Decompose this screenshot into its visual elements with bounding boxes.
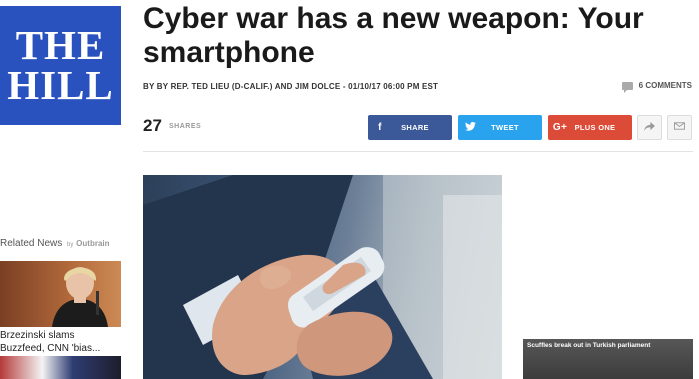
section-divider bbox=[143, 151, 693, 152]
twitter-tweet-label: TWEET bbox=[491, 123, 519, 132]
logo-line-1: THE bbox=[15, 22, 106, 68]
the-hill-logo[interactable]: THE HILL bbox=[0, 6, 121, 125]
email-button[interactable] bbox=[667, 115, 692, 140]
shares-label: SHARES bbox=[169, 123, 202, 130]
share-button[interactable] bbox=[637, 115, 662, 140]
googleplus-label: PLUS ONE bbox=[574, 123, 616, 132]
twitter-tweet-button[interactable]: TWEET bbox=[458, 115, 542, 140]
outbrain-logo[interactable]: Outbrain bbox=[76, 239, 109, 248]
article-headline: Cyber war has a new weapon: Your smartph… bbox=[143, 2, 644, 69]
facebook-share-label: SHARE bbox=[401, 123, 429, 132]
shares-count: 27 bbox=[143, 116, 162, 135]
related-news-title: Related News bbox=[0, 238, 63, 249]
comment-bubble-icon bbox=[621, 81, 633, 93]
related-by: by bbox=[67, 242, 74, 248]
related-news-headline[interactable]: Brzezinski slams Buzzfeed, CNN 'bias... bbox=[0, 329, 121, 355]
article-photo[interactable] bbox=[143, 175, 502, 379]
person-portrait-illustration bbox=[52, 267, 108, 327]
related-news-thumbnail[interactable] bbox=[0, 261, 121, 327]
twitter-icon bbox=[458, 121, 482, 134]
comments-count: 6 COMMENTS bbox=[638, 81, 692, 90]
logo-line-2: HILL bbox=[7, 62, 114, 108]
video-caption[interactable]: Scuffles break out in Turkish parliament bbox=[523, 339, 693, 379]
facebook-icon: f bbox=[378, 122, 382, 133]
comments-link[interactable]: 6 COMMENTS bbox=[621, 81, 692, 93]
googleplus-button[interactable]: G+ PLUS ONE bbox=[548, 115, 632, 140]
related-news-header: Related News by Outbrain bbox=[0, 238, 110, 249]
related-news-thumbnail-2[interactable] bbox=[0, 356, 121, 379]
article-byline: BY BY REP. TED LIEU (D-CALIF.) AND JIM D… bbox=[143, 82, 439, 91]
googleplus-icon: G+ bbox=[552, 122, 568, 133]
smartphone-hands-illustration bbox=[143, 175, 502, 379]
share-arrow-icon bbox=[644, 121, 655, 134]
facebook-share-button[interactable]: f SHARE bbox=[368, 115, 452, 140]
email-envelope-icon bbox=[674, 122, 685, 133]
